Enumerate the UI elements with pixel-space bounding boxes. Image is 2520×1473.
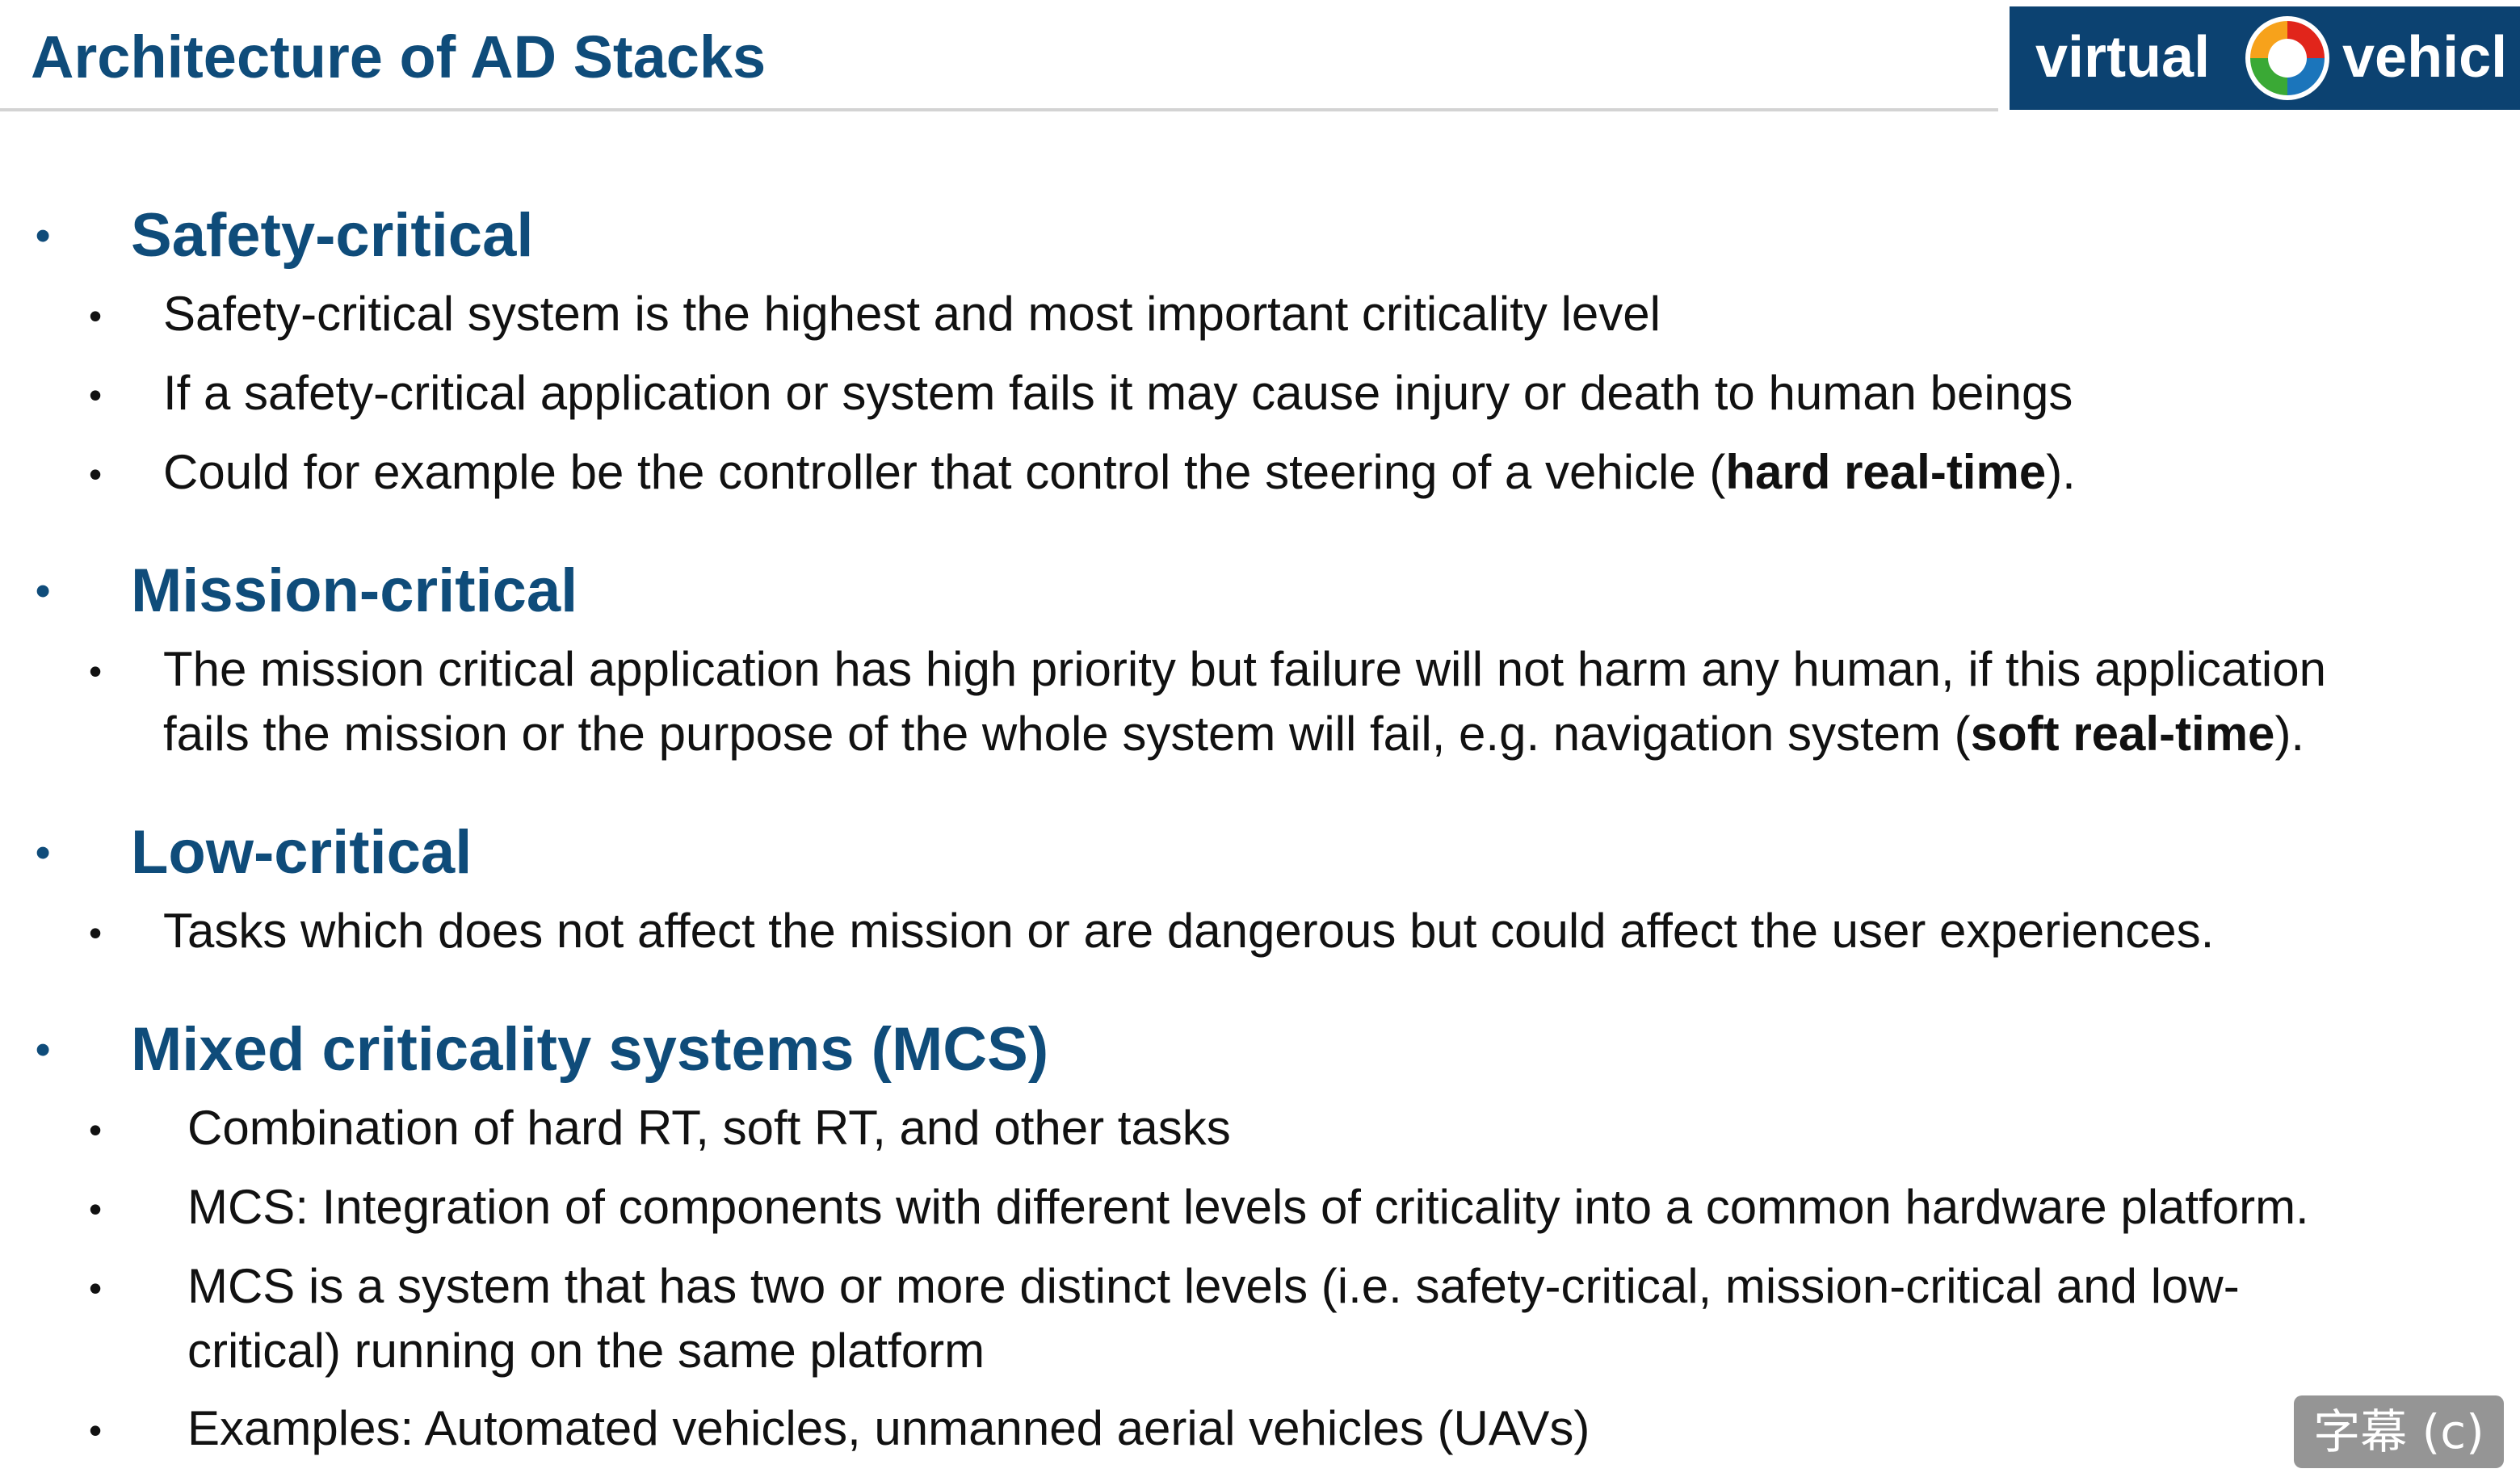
section-heading-mixed-criticality: Mixed criticality systems (MCS) bbox=[131, 1015, 1049, 1084]
section-bullet: • bbox=[36, 1026, 51, 1073]
section-bullet: • bbox=[36, 212, 51, 259]
list-item: Safety-critical system is the highest an… bbox=[163, 287, 1661, 341]
section-heading-mission-critical: Mission-critical bbox=[131, 556, 578, 625]
item-bullet: • bbox=[89, 374, 103, 416]
list-item: MCS: Integration of components with diff… bbox=[187, 1180, 2309, 1234]
item-bullet: • bbox=[89, 453, 103, 495]
list-item-line: The mission critical application has hig… bbox=[163, 642, 2326, 696]
list-item: Examples: Automated vehicles, unmanned a… bbox=[187, 1401, 1590, 1455]
soft-real-time-emphasis: soft real-time bbox=[1970, 707, 2275, 761]
item-bullet: • bbox=[89, 650, 103, 692]
subtitle-badge[interactable]: 字幕 (c) bbox=[2294, 1395, 2504, 1468]
section-heading-safety-critical: Safety-critical bbox=[131, 201, 534, 270]
list-item: If a safety-critical application or syst… bbox=[163, 366, 2073, 420]
list-item: Tasks which does not affect the mission … bbox=[163, 904, 2215, 958]
list-item: Combination of hard RT, soft RT, and oth… bbox=[187, 1101, 1231, 1155]
list-item: Could for example be the controller that… bbox=[163, 445, 2076, 499]
item-bullet: • bbox=[89, 912, 103, 954]
slide-body: • Safety-critical • Safety-critical syst… bbox=[0, 0, 2520, 1473]
hard-real-time-emphasis: hard real-time bbox=[1725, 445, 2047, 499]
item-bullet: • bbox=[89, 1409, 103, 1451]
section-bullet: • bbox=[36, 829, 51, 876]
item-bullet: • bbox=[89, 1188, 103, 1230]
list-item-line: MCS is a system that has two or more dis… bbox=[187, 1259, 2240, 1313]
item-bullet: • bbox=[89, 1267, 103, 1309]
item-bullet: • bbox=[89, 1109, 103, 1151]
list-item-line: fails the mission or the purpose of the … bbox=[163, 707, 2305, 761]
section-heading-low-critical: Low-critical bbox=[131, 818, 472, 887]
section-bullet: • bbox=[36, 568, 51, 615]
item-bullet: • bbox=[89, 295, 103, 337]
list-item-line: critical) running on the same platform bbox=[187, 1324, 985, 1378]
